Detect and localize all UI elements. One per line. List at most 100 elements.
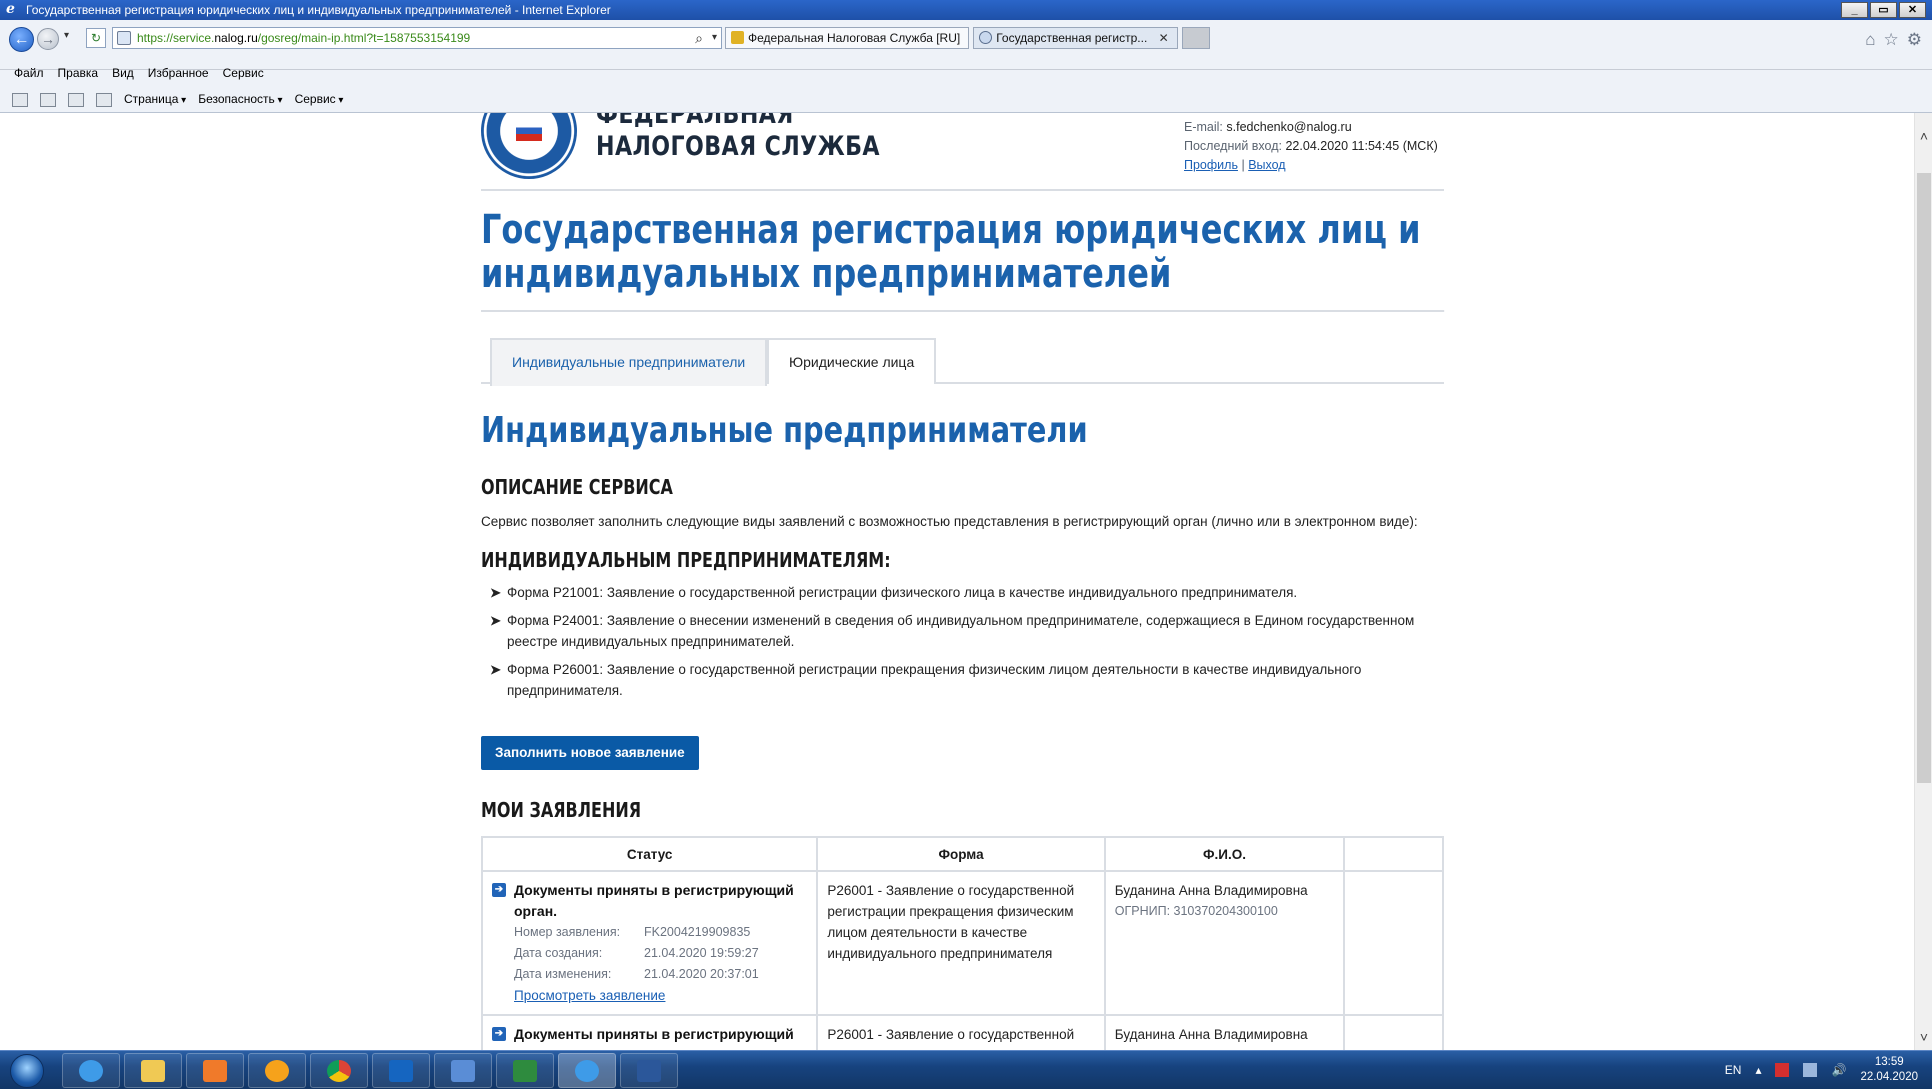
menu-file[interactable]: Файл — [14, 63, 44, 83]
menu-edit[interactable]: Правка — [58, 63, 99, 83]
start-button[interactable] — [10, 1054, 44, 1088]
arrow-bullet-icon: ➤ — [490, 662, 501, 677]
site-favicon-icon — [117, 31, 131, 45]
name-cell: Буданина Анна Владимировна — [1103, 1014, 1346, 1050]
table-row: ➔ Документы приняты в регистрирующий орга… — [480, 870, 1444, 1016]
table-row: ➔ Документы приняты в регистрирующий Р260… — [480, 1014, 1444, 1050]
form-description: Форма Р26001: Заявление о государственно… — [507, 662, 1362, 698]
back-arrow-icon[interactable]: ← — [9, 27, 34, 52]
list-item: ➤ Форма Р24001: Заявление о внесении изме… — [481, 610, 1444, 652]
menu-view[interactable]: Вид — [112, 63, 134, 83]
fns-emblem-logo — [481, 113, 577, 179]
browser-tab-label: Государственная регистр... — [996, 31, 1148, 45]
tray-expand-icon[interactable]: ▴ — [1755, 1063, 1761, 1077]
form-description: Форма Р24001: Заявление о внесении измен… — [507, 613, 1415, 649]
status-cell: ➔ Документы приняты в регистрирующий — [480, 1014, 819, 1050]
tab-individual-entrepreneurs[interactable]: Индивидуальные предприниматели — [490, 338, 768, 386]
form-cell: Р26001 - Заявление о государственной рег… — [816, 870, 1106, 1016]
profile-link[interactable]: Профиль — [1184, 158, 1238, 172]
refresh-icon[interactable]: ↻ — [86, 28, 106, 48]
scroll-thumb[interactable] — [1917, 173, 1931, 783]
clock[interactable]: 13:59 22.04.2020 — [1860, 1055, 1918, 1085]
restore-button[interactable]: ▭ — [1870, 2, 1897, 18]
modified-value: 21.04.2020 20:37:01 — [644, 967, 759, 981]
taskbar-ie-icon[interactable] — [62, 1053, 120, 1088]
minimize-button[interactable]: _ — [1841, 2, 1868, 18]
content-tabs: Индивидуальные предприниматели Юридическ… — [481, 338, 1444, 386]
clock-time: 13:59 — [1874, 1056, 1904, 1068]
applicant-name: Буданина Анна Владимировна — [1114, 883, 1308, 898]
language-indicator[interactable]: EN — [1725, 1063, 1742, 1077]
gear-icon[interactable]: ⚙ — [1907, 30, 1922, 50]
forward-arrow-icon[interactable]: → — [37, 28, 59, 50]
description-heading: ОПИСАНИЕ СЕРВИСА — [481, 475, 673, 499]
arrow-bullet-icon: ➤ — [490, 585, 501, 600]
home-icon[interactable]: ⌂ — [1865, 30, 1875, 50]
vertical-scrollbar[interactable]: ˄ ˅ — [1914, 113, 1932, 1050]
site-favicon-icon — [979, 31, 993, 44]
list-item: ➤ Форма Р21001: Заявление о государственн… — [481, 582, 1444, 603]
taskbar-outlook-icon[interactable] — [372, 1053, 430, 1088]
menu-tools[interactable]: Сервис — [223, 63, 264, 83]
new-request-button[interactable]: Заполнить новое заявление — [481, 736, 699, 770]
taskbar-explorer-icon[interactable] — [124, 1053, 182, 1088]
network-tray-icon[interactable] — [1803, 1063, 1818, 1077]
mail-icon[interactable] — [68, 93, 84, 107]
arrow-right-icon[interactable]: ➔ — [492, 883, 506, 897]
form-cell: Р26001 - Заявление о государственной — [816, 1014, 1106, 1050]
browser-tab-gosreg[interactable]: Государственная регистр... ✕ — [973, 27, 1178, 49]
volume-icon[interactable]: 🔊 — [1831, 1063, 1846, 1077]
command-safety[interactable]: Безопасность — [198, 88, 282, 112]
rss-icon[interactable] — [40, 93, 56, 107]
taskbar-ie-active-icon[interactable] — [558, 1053, 616, 1088]
last-login-value: 22.04.2020 11:54:45 (МСК) — [1285, 139, 1438, 153]
lock-icon — [731, 31, 744, 44]
close-tab-icon[interactable]: ✕ — [1159, 31, 1169, 45]
view-request-link[interactable]: Просмотреть заявление — [492, 988, 665, 1003]
command-page[interactable]: Страница — [124, 88, 186, 112]
link-separator: | — [1241, 158, 1245, 172]
actions-cell — [1343, 1014, 1444, 1050]
history-dropdown-icon[interactable]: ▾ — [64, 30, 69, 41]
scroll-down-icon[interactable]: ˅ — [1915, 1028, 1932, 1046]
close-window-button[interactable]: ✕ — [1899, 2, 1926, 18]
logout-link[interactable]: Выход — [1248, 158, 1285, 172]
list-item: ➤ Форма Р26001: Заявление о государственн… — [481, 659, 1444, 701]
taskbar-media-icon[interactable] — [186, 1053, 244, 1088]
browser-tab-fns[interactable]: Федеральная Налоговая Служба [RU] — [725, 27, 970, 49]
system-tray: EN ▴ 🔊 13:59 22.04.2020 — [1725, 1055, 1918, 1085]
address-dropdown-icon[interactable]: ▾ — [712, 28, 717, 48]
arrow-right-icon[interactable]: ➔ — [492, 1027, 506, 1041]
star-icon[interactable]: ☆ — [1884, 30, 1899, 50]
last-login-label: Последний вход: — [1184, 139, 1282, 153]
taskbar-network-icon[interactable] — [434, 1053, 492, 1088]
user-email: s.fedchenko@nalog.ru — [1226, 120, 1352, 134]
taskbar-excel-icon[interactable] — [496, 1053, 554, 1088]
organization-name-line1: ФЕДЕРАЛЬНАЯ — [596, 113, 794, 130]
command-tools[interactable]: Сервис — [295, 88, 344, 112]
tab-legal-entities[interactable]: Юридические лица — [767, 338, 937, 384]
forms-block: ИНДИВИДУАЛЬНЫМ ПРЕДПРИНИМАТЕЛЯМ: ➤ Форма … — [481, 548, 1444, 701]
site-header: ФЕДЕРАЛЬНАЯ НАЛОГОВАЯ СЛУЖБА E-mail: s.f… — [481, 113, 1444, 191]
scroll-up-icon[interactable]: ˄ — [1915, 127, 1932, 145]
my-requests-heading: МОИ ЗАЯВЛЕНИЯ — [481, 798, 642, 822]
search-icon[interactable]: ⌕ — [695, 28, 703, 48]
page-title: Государственная регистрация юридических … — [481, 191, 1444, 312]
print-icon[interactable] — [96, 93, 112, 107]
taskbar-word-icon[interactable] — [620, 1053, 678, 1088]
applicant-name: Буданина Анна Владимировна — [1114, 1027, 1308, 1042]
home-icon[interactable] — [12, 93, 28, 107]
column-header-actions — [1343, 836, 1444, 872]
menu-favorites[interactable]: Избранное — [148, 63, 209, 83]
flag-icon[interactable] — [1775, 1063, 1790, 1077]
windows-taskbar: EN ▴ 🔊 13:59 22.04.2020 — [0, 1050, 1932, 1089]
taskbar-sber-icon[interactable] — [248, 1053, 306, 1088]
new-tab-button[interactable] — [1181, 27, 1210, 49]
section-title: Индивидуальные предприниматели — [481, 410, 1088, 451]
column-header-name: Ф.И.О. — [1103, 836, 1346, 872]
taskbar-chrome-icon[interactable] — [310, 1053, 368, 1088]
organization-name-line2: НАЛОГОВАЯ СЛУЖБА — [596, 131, 880, 162]
description-text: Сервис позволяет заполнить следующие вид… — [481, 514, 1418, 529]
ip-heading: ИНДИВИДУАЛЬНЫМ ПРЕДПРИНИМАТЕЛЯМ: — [481, 548, 891, 572]
address-bar[interactable]: https://service.nalog.ru/gosreg/main-ip.… — [112, 27, 722, 49]
